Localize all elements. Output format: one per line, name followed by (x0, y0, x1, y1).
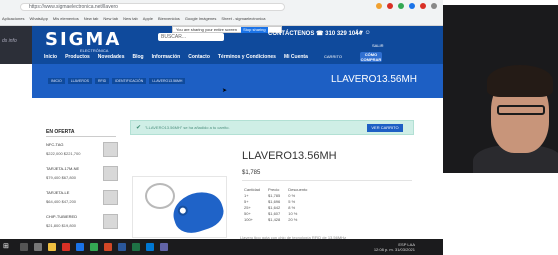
nav-item-inicio[interactable]: Inicio (44, 54, 57, 60)
cart-link[interactable]: CARRITO (324, 54, 342, 59)
search-input[interactable]: BUSCAR... (158, 33, 224, 41)
extension-icon[interactable] (420, 3, 426, 9)
main-content: EN OFERTA NFC-TAG $222,000 $221,700 TARJ… (32, 98, 443, 240)
bookmark[interactable]: Mis elementos (53, 15, 79, 23)
product-title: LLAVERO13.56MH (242, 150, 337, 162)
sidebar-title: EN OFERTA (46, 129, 75, 135)
app-icon[interactable] (76, 243, 84, 251)
clock: 12:08 p. m. 31/03/2021 (373, 247, 415, 252)
breadcrumb-item[interactable]: RFID (94, 78, 110, 84)
screen-share-notice: You are sharing your entire screen Stop … (172, 26, 282, 33)
nav-item-contacto[interactable]: Contacto (188, 54, 210, 60)
bookmark[interactable]: New tab (103, 15, 118, 23)
system-tray[interactable]: ESP LAA 12:08 p. m. 31/03/2021 (374, 242, 415, 252)
sidebar-product[interactable]: TARJETA-LE $64,400 $47,200 (46, 190, 118, 210)
person-hair (487, 65, 553, 97)
quantity-discount-table: Cantidad Precio Descuento 1+ $1,785 0 % … (244, 187, 315, 223)
windows-taskbar: ⊞ ESP LAA 12:08 p. m. 31/03/2021 (0, 239, 443, 255)
taskbar-apps (20, 243, 168, 251)
extension-icon[interactable] (387, 3, 393, 9)
how-to-buy-button[interactable]: CÓMO COMPRAR (360, 52, 382, 62)
stop-sharing-button[interactable]: Stop sharing (241, 27, 268, 33)
bookmark[interactable]: Bienvenidos (158, 15, 180, 23)
nav-item-productos[interactable]: Productos (65, 54, 90, 60)
bookmark[interactable]: New tab (123, 15, 138, 23)
product-thumbnail[interactable] (103, 190, 118, 205)
bookmark[interactable]: WhatsApp (29, 15, 47, 23)
file-explorer-icon[interactable] (48, 243, 56, 251)
check-icon: ✔ (136, 125, 142, 131)
bookmark[interactable]: Apple (143, 15, 153, 23)
product-thumbnail[interactable] (103, 166, 118, 181)
search-icon[interactable] (20, 243, 28, 251)
key-ring-shape (145, 183, 175, 209)
logout-link[interactable]: SALIR (372, 43, 384, 48)
site-header: ds info SIGMA ELECTRÓNICA BUSCAR... You … (0, 26, 443, 64)
main-nav: Inicio Productos Novedades Blog Informac… (44, 54, 308, 60)
mouse-cursor-icon: ➤ (222, 88, 228, 94)
keyfob-hole (176, 204, 190, 217)
chrome-icon[interactable] (90, 243, 98, 251)
breadcrumb-item[interactable]: LLAVEROS (67, 78, 92, 84)
contact-phone[interactable]: CONTÁCTENOS ☎ 310 329 1044 (268, 30, 362, 37)
extension-icon[interactable] (376, 3, 382, 9)
powerpoint-icon[interactable] (104, 243, 112, 251)
glasses-icon (497, 105, 545, 115)
webcam-video (443, 5, 558, 173)
nav-item-terminos[interactable]: Términos y Condiciones (218, 54, 276, 60)
bookmark[interactable]: New tab (84, 15, 99, 23)
sidebar-product[interactable]: TARJETA-17M-NE $79,400 $67,800 (46, 166, 118, 186)
breadcrumb-item[interactable]: IDENTIFICACIÓN (112, 78, 147, 84)
profile-icon[interactable] (431, 3, 437, 9)
app-icon[interactable] (146, 243, 154, 251)
screen: https://www.sigmaelectronica.net/llavero… (0, 0, 558, 255)
breadcrumb-item[interactable]: INICIO (48, 78, 65, 84)
windows-start-icon[interactable]: ⊞ (3, 243, 10, 250)
sidebar-product[interactable]: CHIP-TUBIERED $21,800 $19,800 (46, 214, 118, 234)
bookmark[interactable]: Google Imágenes (185, 15, 217, 23)
product-thumbnail[interactable] (103, 214, 118, 229)
extension-icon[interactable] (398, 3, 404, 9)
page-banner: INICIO LLAVEROS RFID IDENTIFICACIÓN LLAV… (32, 64, 443, 98)
table-cell: 20 % (288, 217, 298, 222)
task-view-icon[interactable] (34, 243, 42, 251)
product-price: $1,785 (242, 170, 261, 176)
word-icon[interactable] (118, 243, 126, 251)
divider (242, 180, 412, 181)
nav-item-novedades[interactable]: Novedades (98, 54, 125, 60)
webcam-panel (443, 0, 558, 255)
social-icons[interactable]: f ♥ ☺ (356, 30, 371, 36)
extension-icon[interactable] (409, 3, 415, 9)
view-cart-button[interactable]: VER CARRITO (367, 124, 403, 132)
cart-added-alert: ✔ "LLAVERO13.56MH" se ha añadido a tu ca… (130, 120, 414, 135)
sidebar-product[interactable]: NFC-TAG $222,000 $221,700 (46, 142, 118, 162)
teams-icon[interactable] (160, 243, 168, 251)
nav-item-informacion[interactable]: Información (152, 54, 181, 60)
table-cell: $1,428 (268, 217, 281, 222)
rfid-keyfob-shape (168, 186, 228, 238)
app-icon[interactable] (62, 243, 70, 251)
table-row: 100+ $1,428 20 % (244, 217, 315, 223)
browser-toolbar: https://www.sigmaelectronica.net/llavero… (0, 0, 443, 26)
divider (46, 136, 116, 137)
bookmarks-bar: Aplicaciones WhatsApp Mis elementos New … (2, 15, 441, 23)
site-logo[interactable]: SIGMA (45, 29, 137, 50)
product-image[interactable] (132, 176, 228, 238)
side-strip: ds info (0, 26, 32, 64)
address-bar[interactable]: https://www.sigmaelectronica.net/llavero (20, 3, 285, 11)
excel-icon[interactable] (132, 243, 140, 251)
bookmark[interactable]: Aplicaciones (2, 15, 24, 23)
product-thumbnail[interactable] (103, 142, 118, 157)
alert-message: "LLAVERO13.56MH" se ha añadido a tu carr… (145, 125, 230, 130)
logo-subtitle: ELECTRÓNICA (80, 48, 109, 53)
nav-item-blog[interactable]: Blog (132, 54, 143, 60)
breadcrumb-item: LLAVERO13.56MH (149, 78, 186, 84)
page-title: LLAVERO13.56MH (331, 74, 417, 85)
nav-item-mi-cuenta[interactable]: Mi Cuenta (284, 54, 308, 60)
table-cell: 100+ (244, 217, 254, 222)
bookmark[interactable]: Sheet - sigmaelectronica (221, 15, 265, 23)
extension-icons (376, 3, 437, 9)
breadcrumb: INICIO LLAVEROS RFID IDENTIFICACIÓN LLAV… (48, 78, 186, 84)
screen-share-text: You are sharing your entire screen (176, 27, 237, 32)
